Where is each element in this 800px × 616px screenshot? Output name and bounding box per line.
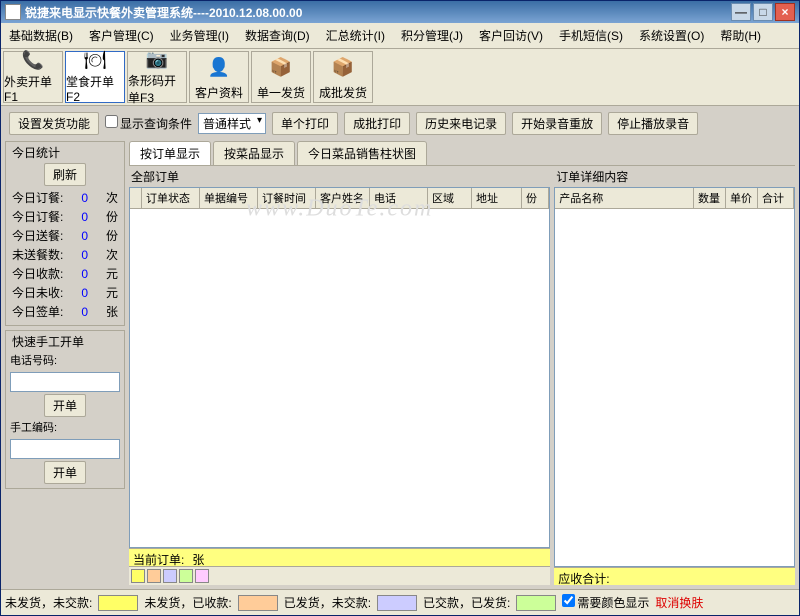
legend-color (238, 595, 278, 611)
titlebar: 田 锐捷来电显示快餐外卖管理系统----2010.12.08.00.00 — □… (1, 1, 799, 23)
close-button[interactable]: × (775, 3, 795, 21)
col-qty[interactable]: 份 (522, 188, 549, 208)
manual-code-input[interactable] (10, 439, 120, 459)
today-stats-group: 今日统计 刷新 今日订餐:0次 今日订餐:0份 今日送餐:0份 未送餐数:0次 … (5, 141, 125, 326)
phone-label: 电话号码: (10, 352, 120, 368)
swatch (179, 569, 193, 583)
cancel-skin-link[interactable]: 取消换肤 (655, 594, 703, 611)
stat-row: 今日签单:0张 (10, 302, 120, 321)
tool-customer[interactable]: 👤客户资料 (189, 51, 249, 103)
need-color-checkbox[interactable]: 需要颜色显示 (562, 594, 649, 611)
tool-takeout-f1[interactable]: 📞外卖开单F1 (3, 51, 63, 103)
col-addr[interactable]: 地址 (472, 188, 522, 208)
tool-batch-ship[interactable]: 📦成批发货 (313, 51, 373, 103)
maximize-button[interactable]: □ (753, 3, 773, 21)
swatch (131, 569, 145, 583)
color-strip (129, 566, 550, 585)
menu-query[interactable]: 数据查询(D) (241, 25, 314, 46)
customer-icon: 👤 (205, 54, 233, 82)
col-status[interactable]: 订单状态 (142, 188, 200, 208)
legend-color (98, 595, 138, 611)
barcode-icon: 📷 (143, 49, 171, 70)
swatch (147, 569, 161, 583)
tab-chart[interactable]: 今日菜品销售柱状图 (297, 141, 427, 165)
phone-icon: 📞 (19, 50, 47, 71)
menu-summary[interactable]: 汇总统计(I) (322, 25, 389, 46)
menu-followup[interactable]: 客户回访(V) (475, 25, 547, 46)
swatch (163, 569, 177, 583)
manual-label: 手工编码: (10, 419, 120, 435)
tool-single-ship[interactable]: 📦单一发货 (251, 51, 311, 103)
menu-settings[interactable]: 系统设置(O) (635, 25, 708, 46)
swatch (195, 569, 209, 583)
call-history-button[interactable]: 历史来电记录 (416, 112, 506, 135)
open-order-button-1[interactable]: 开单 (44, 394, 86, 417)
open-order-button-2[interactable]: 开单 (44, 461, 86, 484)
setup-ship-button[interactable]: 设置发货功能 (9, 112, 99, 135)
all-orders-title: 全部订单 (129, 166, 550, 187)
legend-label: 已交款，已发货: (423, 594, 510, 611)
batch-icon: 📦 (329, 54, 357, 82)
legend-color (516, 595, 556, 611)
stat-row: 今日收款:0元 (10, 264, 120, 283)
dine-icon: 🍽 (81, 50, 109, 71)
tab-by-dish[interactable]: 按菜品显示 (213, 141, 295, 165)
legend-label: 已发货，未交款: (284, 594, 371, 611)
legend-label: 未发货，已收款: (144, 594, 231, 611)
col-product[interactable]: 产品名称 (555, 188, 694, 208)
minimize-button[interactable]: — (731, 3, 751, 21)
order-detail-title: 订单详细内容 (554, 166, 795, 187)
tab-by-order[interactable]: 按订单显示 (129, 141, 211, 165)
detail-grid[interactable]: 产品名称 数量 单价 合计 (554, 187, 795, 567)
quick-order-group: 快速手工开单 电话号码: 开单 手工编码: 开单 (5, 330, 125, 489)
orders-grid[interactable]: 订单状态 单据编号 订餐时间 客户姓名 电话 区域 地址 份 www.DuoTe… (129, 187, 550, 548)
bottom-status-bar: 未发货，未交款: 未发货，已收款: 已发货，未交款: 已交款，已发货: 需要颜色… (1, 589, 799, 615)
stat-row: 今日未收:0元 (10, 283, 120, 302)
refresh-button[interactable]: 刷新 (44, 163, 86, 186)
ship-icon: 📦 (267, 54, 295, 82)
stat-row: 今日送餐:0份 (10, 226, 120, 245)
today-stats-title: 今日统计 (10, 144, 62, 161)
col-count[interactable]: 数量 (694, 188, 726, 208)
orders-footer: 当前订单: 张 (129, 548, 550, 566)
menu-customer[interactable]: 客户管理(C) (85, 25, 158, 46)
col-price[interactable]: 单价 (726, 188, 758, 208)
stat-row: 今日订餐:0次 (10, 188, 120, 207)
menu-business[interactable]: 业务管理(I) (166, 25, 233, 46)
app-icon: 田 (5, 4, 21, 20)
style-select[interactable]: 普通样式 (198, 113, 266, 134)
control-row: 设置发货功能 显示查询条件 普通样式 单个打印 成批打印 历史来电记录 开始录音… (5, 110, 795, 137)
window-title: 锐捷来电显示快餐外卖管理系统----2010.12.08.00.00 (25, 4, 729, 21)
menu-help[interactable]: 帮助(H) (716, 25, 765, 46)
menubar: 基础数据(B) 客户管理(C) 业务管理(I) 数据查询(D) 汇总统计(I) … (1, 23, 799, 49)
menu-points[interactable]: 积分管理(J) (397, 25, 467, 46)
legend-label: 未发货，未交款: (5, 594, 92, 611)
legend-color (377, 595, 417, 611)
toolbar: 📞外卖开单F1 🍽堂食开单F2 📷条形码开单F3 👤客户资料 📦单一发货 📦成批… (1, 49, 799, 106)
tool-barcode-f3[interactable]: 📷条形码开单F3 (127, 51, 187, 103)
stat-row: 未送餐数:0次 (10, 245, 120, 264)
print-batch-button[interactable]: 成批打印 (344, 112, 410, 135)
detail-footer: 应收合计: (554, 567, 795, 585)
phone-input[interactable] (10, 372, 120, 392)
show-query-checkbox[interactable]: 显示查询条件 (105, 115, 192, 132)
col-total[interactable]: 合计 (758, 188, 794, 208)
tool-dinein-f2[interactable]: 🍽堂食开单F2 (65, 51, 125, 103)
stat-row: 今日订餐:0份 (10, 207, 120, 226)
stop-replay-button[interactable]: 停止播放录音 (608, 112, 698, 135)
quick-order-title: 快速手工开单 (10, 333, 86, 350)
print-single-button[interactable]: 单个打印 (272, 112, 338, 135)
col-area[interactable]: 区域 (428, 188, 472, 208)
watermark: www.DuoTe.com (246, 196, 433, 223)
menu-basedata[interactable]: 基础数据(B) (5, 25, 77, 46)
start-replay-button[interactable]: 开始录音重放 (512, 112, 602, 135)
tab-bar: 按订单显示 按菜品显示 今日菜品销售柱状图 (129, 141, 795, 166)
menu-sms[interactable]: 手机短信(S) (555, 25, 627, 46)
